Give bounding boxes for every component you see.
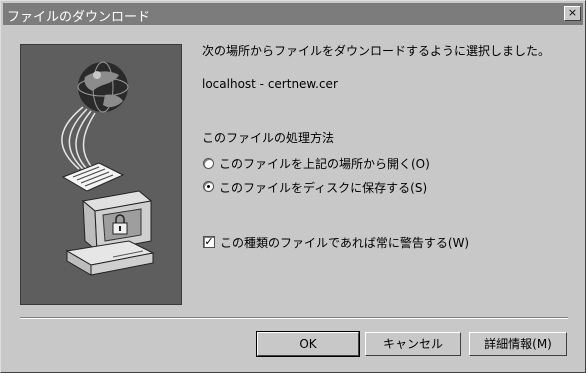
title-bar[interactable]: ファイルのダウンロード × [3, 3, 583, 25]
always-warn-checkbox[interactable]: ✓ [203, 236, 215, 248]
check-icon: ✓ [204, 235, 214, 248]
computer-icon [65, 190, 155, 276]
ok-button[interactable]: OK [256, 331, 360, 357]
document-icon [61, 162, 125, 192]
save-to-disk-label[interactable]: このファイルをディスクに保存する(S) [219, 179, 427, 196]
open-file-radio[interactable] [203, 158, 214, 169]
file-source: localhost - certnew.cer [202, 77, 338, 91]
always-warn-label[interactable]: この種類のファイルであれば常に警告する(W) [220, 234, 469, 251]
save-to-disk-radio[interactable] [203, 181, 214, 192]
close-icon: × [567, 6, 578, 19]
globe-icon [77, 61, 129, 113]
download-illustration [20, 44, 182, 305]
close-button[interactable]: × [564, 6, 581, 21]
open-file-label[interactable]: このファイルを上記の場所から開く(O) [219, 155, 430, 172]
action-section-label: このファイルの処理方法 [202, 131, 335, 145]
cancel-button[interactable]: キャンセル [365, 332, 461, 356]
details-button[interactable]: 詳細情報(M) [469, 332, 567, 356]
dialog-title: ファイルのダウンロード [7, 10, 151, 25]
button-divider [20, 317, 568, 319]
download-message: 次の場所からファイルをダウンロードするように選択しました。 [202, 44, 551, 58]
download-dialog: ファイルのダウンロード × 次の場所からファイルをダウンロードするように選択しま… [0, 0, 586, 373]
